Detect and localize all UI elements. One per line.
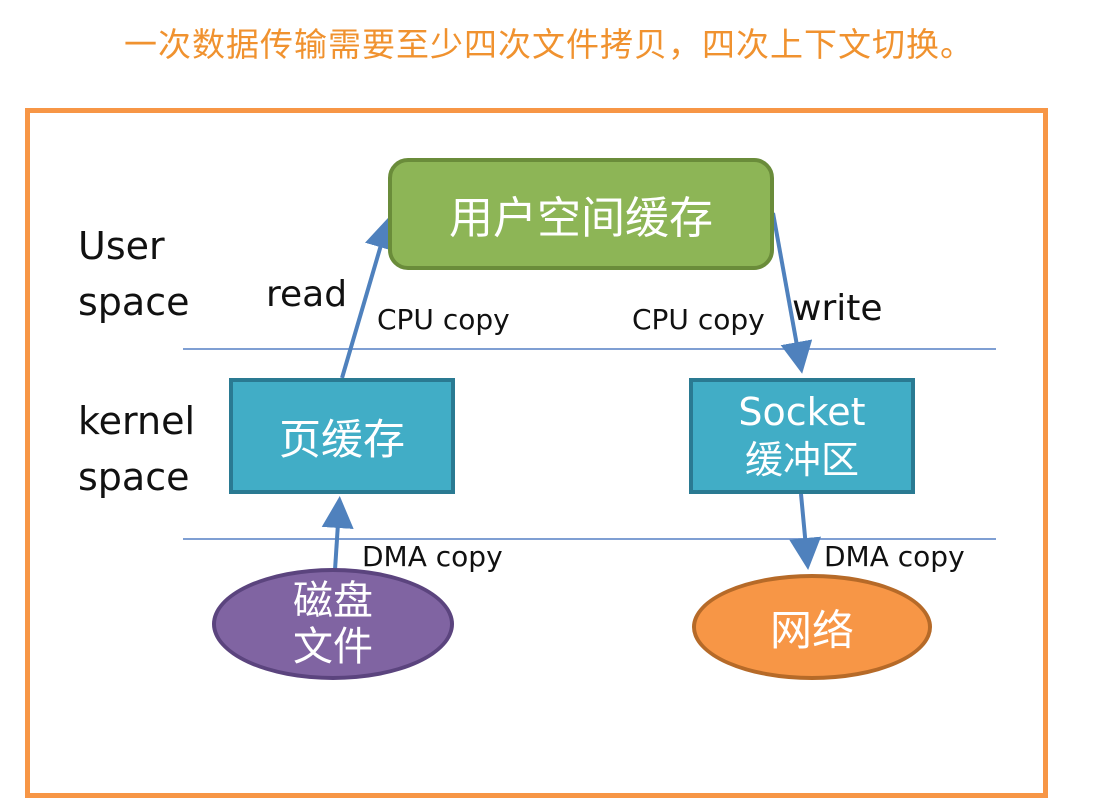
user-space-buffer-node: 用户空间缓存 xyxy=(388,158,774,270)
read-dma-copy-label: DMA copy xyxy=(362,540,503,573)
socket-buffer-label-line2: 缓冲区 xyxy=(744,438,859,482)
disk-file-node: 磁盘 文件 xyxy=(212,568,454,680)
read-cpu-copy-label: CPU copy xyxy=(377,303,510,336)
diagram-caption: 一次数据传输需要至少四次文件拷贝，四次上下文切换。 xyxy=(124,25,974,64)
user-kernel-divider xyxy=(183,348,996,350)
write-label: write xyxy=(792,288,883,329)
kernel-space-label-line1: kernel xyxy=(78,399,196,443)
socket-buffer-label-line1: Socket xyxy=(738,390,866,434)
disk-file-label-line1: 磁盘 xyxy=(293,578,373,624)
kernel-space-label-line2: space xyxy=(78,455,190,499)
user-space-label: User space xyxy=(78,218,189,330)
page-cache-label: 页缓存 xyxy=(278,414,405,464)
read-label: read xyxy=(266,274,348,315)
network-label: 网络 xyxy=(769,605,854,655)
kernel-space-label: kernel space xyxy=(78,393,195,505)
user-space-buffer-label: 用户空间缓存 xyxy=(449,193,713,244)
disk-file-label-line2: 文件 xyxy=(293,624,373,670)
write-dma-copy-label: DMA copy xyxy=(824,540,965,573)
user-space-label-line2: space xyxy=(78,280,190,324)
page-cache-node: 页缓存 xyxy=(229,378,455,494)
user-space-label-line1: User xyxy=(78,224,165,268)
network-node: 网络 xyxy=(692,574,932,680)
write-cpu-copy-label: CPU copy xyxy=(632,303,765,336)
socket-buffer-node: Socket 缓冲区 xyxy=(689,378,915,494)
